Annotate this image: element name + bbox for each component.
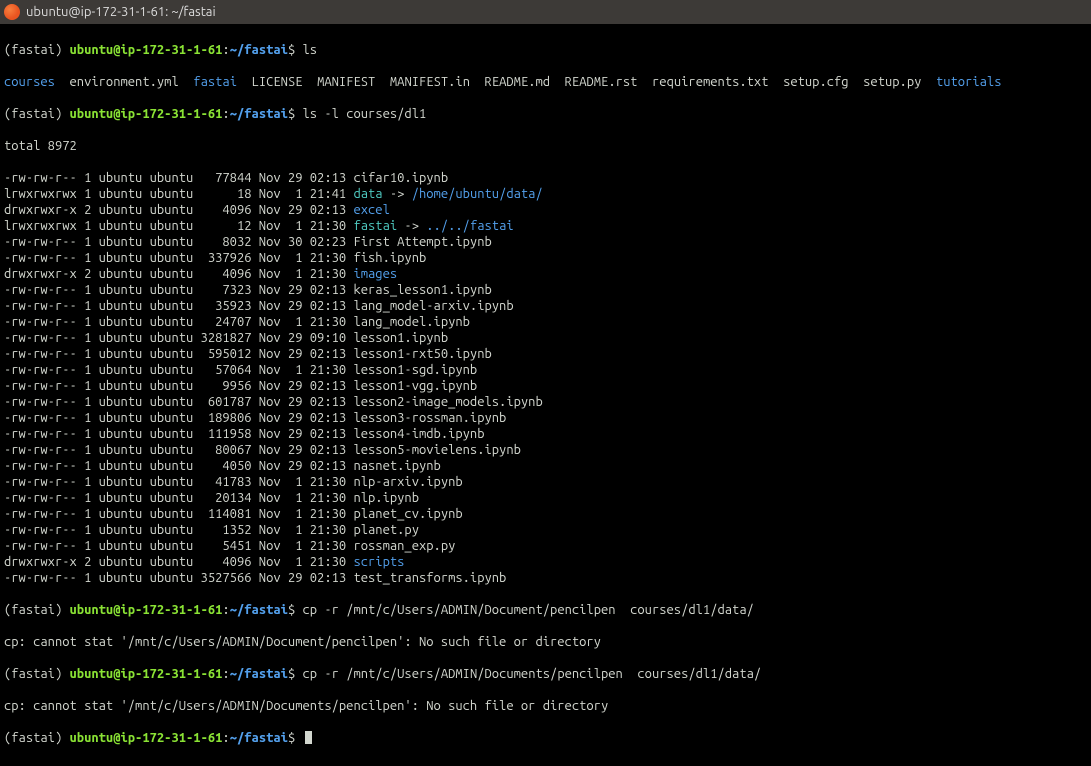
- list-row: -rw-rw-r-- 1 ubuntu ubuntu 57064 Nov 1 2…: [4, 362, 1087, 378]
- command-ls-l: ls -l courses/dl1: [303, 107, 427, 121]
- list-row: -rw-rw-r-- 1 ubuntu ubuntu 9956 Nov 29 0…: [4, 378, 1087, 394]
- command-cp-2: cp -r /mnt/c/Users/ADMIN/Documents/penci…: [303, 667, 762, 681]
- file-planet-cv-ipynb: planet_cv.ipynb: [353, 507, 462, 521]
- file-data: data: [353, 187, 382, 201]
- file-nasnet-ipynb: nasnet.ipynb: [353, 459, 440, 473]
- list-row: -rw-rw-r-- 1 ubuntu ubuntu 4050 Nov 29 0…: [4, 458, 1087, 474]
- list-row: -rw-rw-r-- 1 ubuntu ubuntu 3527566 Nov 2…: [4, 570, 1087, 586]
- prompt-line-5[interactable]: (fastai) ubuntu@ip-172-31-1-61:~/fastai$: [4, 730, 1087, 746]
- list-row: -rw-rw-r-- 1 ubuntu ubuntu 595012 Nov 29…: [4, 346, 1087, 362]
- total-line: total 8972: [4, 138, 1087, 154]
- list-row: -rw-rw-r-- 1 ubuntu ubuntu 20134 Nov 1 2…: [4, 490, 1087, 506]
- file-lesson1-sgd-ipynb: lesson1-sgd.ipynb: [353, 363, 477, 377]
- list-row: -rw-rw-r-- 1 ubuntu ubuntu 7323 Nov 29 0…: [4, 282, 1087, 298]
- file-fish-ipynb: fish.ipynb: [353, 251, 426, 265]
- error-line-1: cp: cannot stat '/mnt/c/Users/ADMIN/Docu…: [4, 634, 1087, 650]
- list-row: -rw-rw-r-- 1 ubuntu ubuntu 111958 Nov 29…: [4, 426, 1087, 442]
- list-row: -rw-rw-r-- 1 ubuntu ubuntu 77844 Nov 29 …: [4, 170, 1087, 186]
- prompt-line-1: (fastai) ubuntu@ip-172-31-1-61:~/fastai$…: [4, 42, 1087, 58]
- prompt-line-3: (fastai) ubuntu@ip-172-31-1-61:~/fastai$…: [4, 602, 1087, 618]
- list-row: -rw-rw-r-- 1 ubuntu ubuntu 8032 Nov 30 0…: [4, 234, 1087, 250]
- list-row: -rw-rw-r-- 1 ubuntu ubuntu 3281827 Nov 2…: [4, 330, 1087, 346]
- list-row: -rw-rw-r-- 1 ubuntu ubuntu 114081 Nov 1 …: [4, 506, 1087, 522]
- error-line-2: cp: cannot stat '/mnt/c/Users/ADMIN/Docu…: [4, 698, 1087, 714]
- symlink-target: /home/ubuntu/data/: [412, 187, 543, 201]
- file-lesson1-ipynb: lesson1.ipynb: [353, 331, 448, 345]
- file-lang-model-arxiv-ipynb: lang_model-arxiv.ipynb: [353, 299, 513, 313]
- file-lesson5-movielens-ipynb: lesson5-movielens.ipynb: [353, 443, 520, 457]
- list-row: -rw-rw-r-- 1 ubuntu ubuntu 24707 Nov 1 2…: [4, 314, 1087, 330]
- file-excel: excel: [353, 203, 389, 217]
- list-row: -rw-rw-r-- 1 ubuntu ubuntu 41783 Nov 1 2…: [4, 474, 1087, 490]
- file-nlp-arxiv-ipynb: nlp-arxiv.ipynb: [353, 475, 462, 489]
- list-row: -rw-rw-r-- 1 ubuntu ubuntu 35923 Nov 29 …: [4, 298, 1087, 314]
- file-listing: -rw-rw-r-- 1 ubuntu ubuntu 77844 Nov 29 …: [4, 170, 1087, 586]
- symlink-target: ../../fastai: [426, 219, 513, 233]
- file-planet-py: planet.py: [353, 523, 419, 537]
- ls-output-line: courses environment.yml fastai LICENSE M…: [4, 74, 1087, 90]
- prompt-line-4: (fastai) ubuntu@ip-172-31-1-61:~/fastai$…: [4, 666, 1087, 682]
- command-cp-1: cp -r /mnt/c/Users/ADMIN/Document/pencil…: [303, 603, 754, 617]
- list-row: drwxrwxr-x 2 ubuntu ubuntu 4096 Nov 1 21…: [4, 266, 1087, 282]
- file-scripts: scripts: [353, 555, 404, 569]
- list-row: drwxrwxr-x 2 ubuntu ubuntu 4096 Nov 29 0…: [4, 202, 1087, 218]
- list-row: -rw-rw-r-- 1 ubuntu ubuntu 601787 Nov 29…: [4, 394, 1087, 410]
- file-lesson2-image-models-ipynb: lesson2-image_models.ipynb: [353, 395, 542, 409]
- list-row: -rw-rw-r-- 1 ubuntu ubuntu 337926 Nov 1 …: [4, 250, 1087, 266]
- list-row: -rw-rw-r-- 1 ubuntu ubuntu 80067 Nov 29 …: [4, 442, 1087, 458]
- window-titlebar: ubuntu@ip-172-31-1-61: ~/fastai: [0, 0, 1091, 24]
- list-row: -rw-rw-r-- 1 ubuntu ubuntu 189806 Nov 29…: [4, 410, 1087, 426]
- command-ls: ls: [303, 43, 318, 57]
- list-row: lrwxrwxrwx 1 ubuntu ubuntu 18 Nov 1 21:4…: [4, 186, 1087, 202]
- list-row: -rw-rw-r-- 1 ubuntu ubuntu 5451 Nov 1 21…: [4, 538, 1087, 554]
- prompt-line-2: (fastai) ubuntu@ip-172-31-1-61:~/fastai$…: [4, 106, 1087, 122]
- terminal-area[interactable]: (fastai) ubuntu@ip-172-31-1-61:~/fastai$…: [0, 24, 1091, 766]
- file-cifar10-ipynb: cifar10.ipynb: [353, 171, 448, 185]
- file-keras-lesson1-ipynb: keras_lesson1.ipynb: [353, 283, 491, 297]
- file-nlp-ipynb: nlp.ipynb: [353, 491, 419, 505]
- cursor: [305, 731, 312, 744]
- list-row: -rw-rw-r-- 1 ubuntu ubuntu 1352 Nov 1 21…: [4, 522, 1087, 538]
- file-first-attempt-ipynb: First Attempt.ipynb: [353, 235, 491, 249]
- file-images: images: [353, 267, 397, 281]
- file-fastai: fastai: [353, 219, 397, 233]
- file-lesson1-rxt50-ipynb: lesson1-rxt50.ipynb: [353, 347, 491, 361]
- file-rossman-exp-py: rossman_exp.py: [353, 539, 455, 553]
- window-title: ubuntu@ip-172-31-1-61: ~/fastai: [26, 4, 216, 20]
- ubuntu-icon: [4, 4, 20, 20]
- file-lesson4-imdb-ipynb: lesson4-imdb.ipynb: [353, 427, 484, 441]
- list-row: lrwxrwxrwx 1 ubuntu ubuntu 12 Nov 1 21:3…: [4, 218, 1087, 234]
- file-lang-model-ipynb: lang_model.ipynb: [353, 315, 469, 329]
- file-test-transforms-ipynb: test_transforms.ipynb: [353, 571, 506, 585]
- file-lesson1-vgg-ipynb: lesson1-vgg.ipynb: [353, 379, 477, 393]
- file-lesson3-rossman-ipynb: lesson3-rossman.ipynb: [353, 411, 506, 425]
- list-row: drwxrwxr-x 2 ubuntu ubuntu 4096 Nov 1 21…: [4, 554, 1087, 570]
